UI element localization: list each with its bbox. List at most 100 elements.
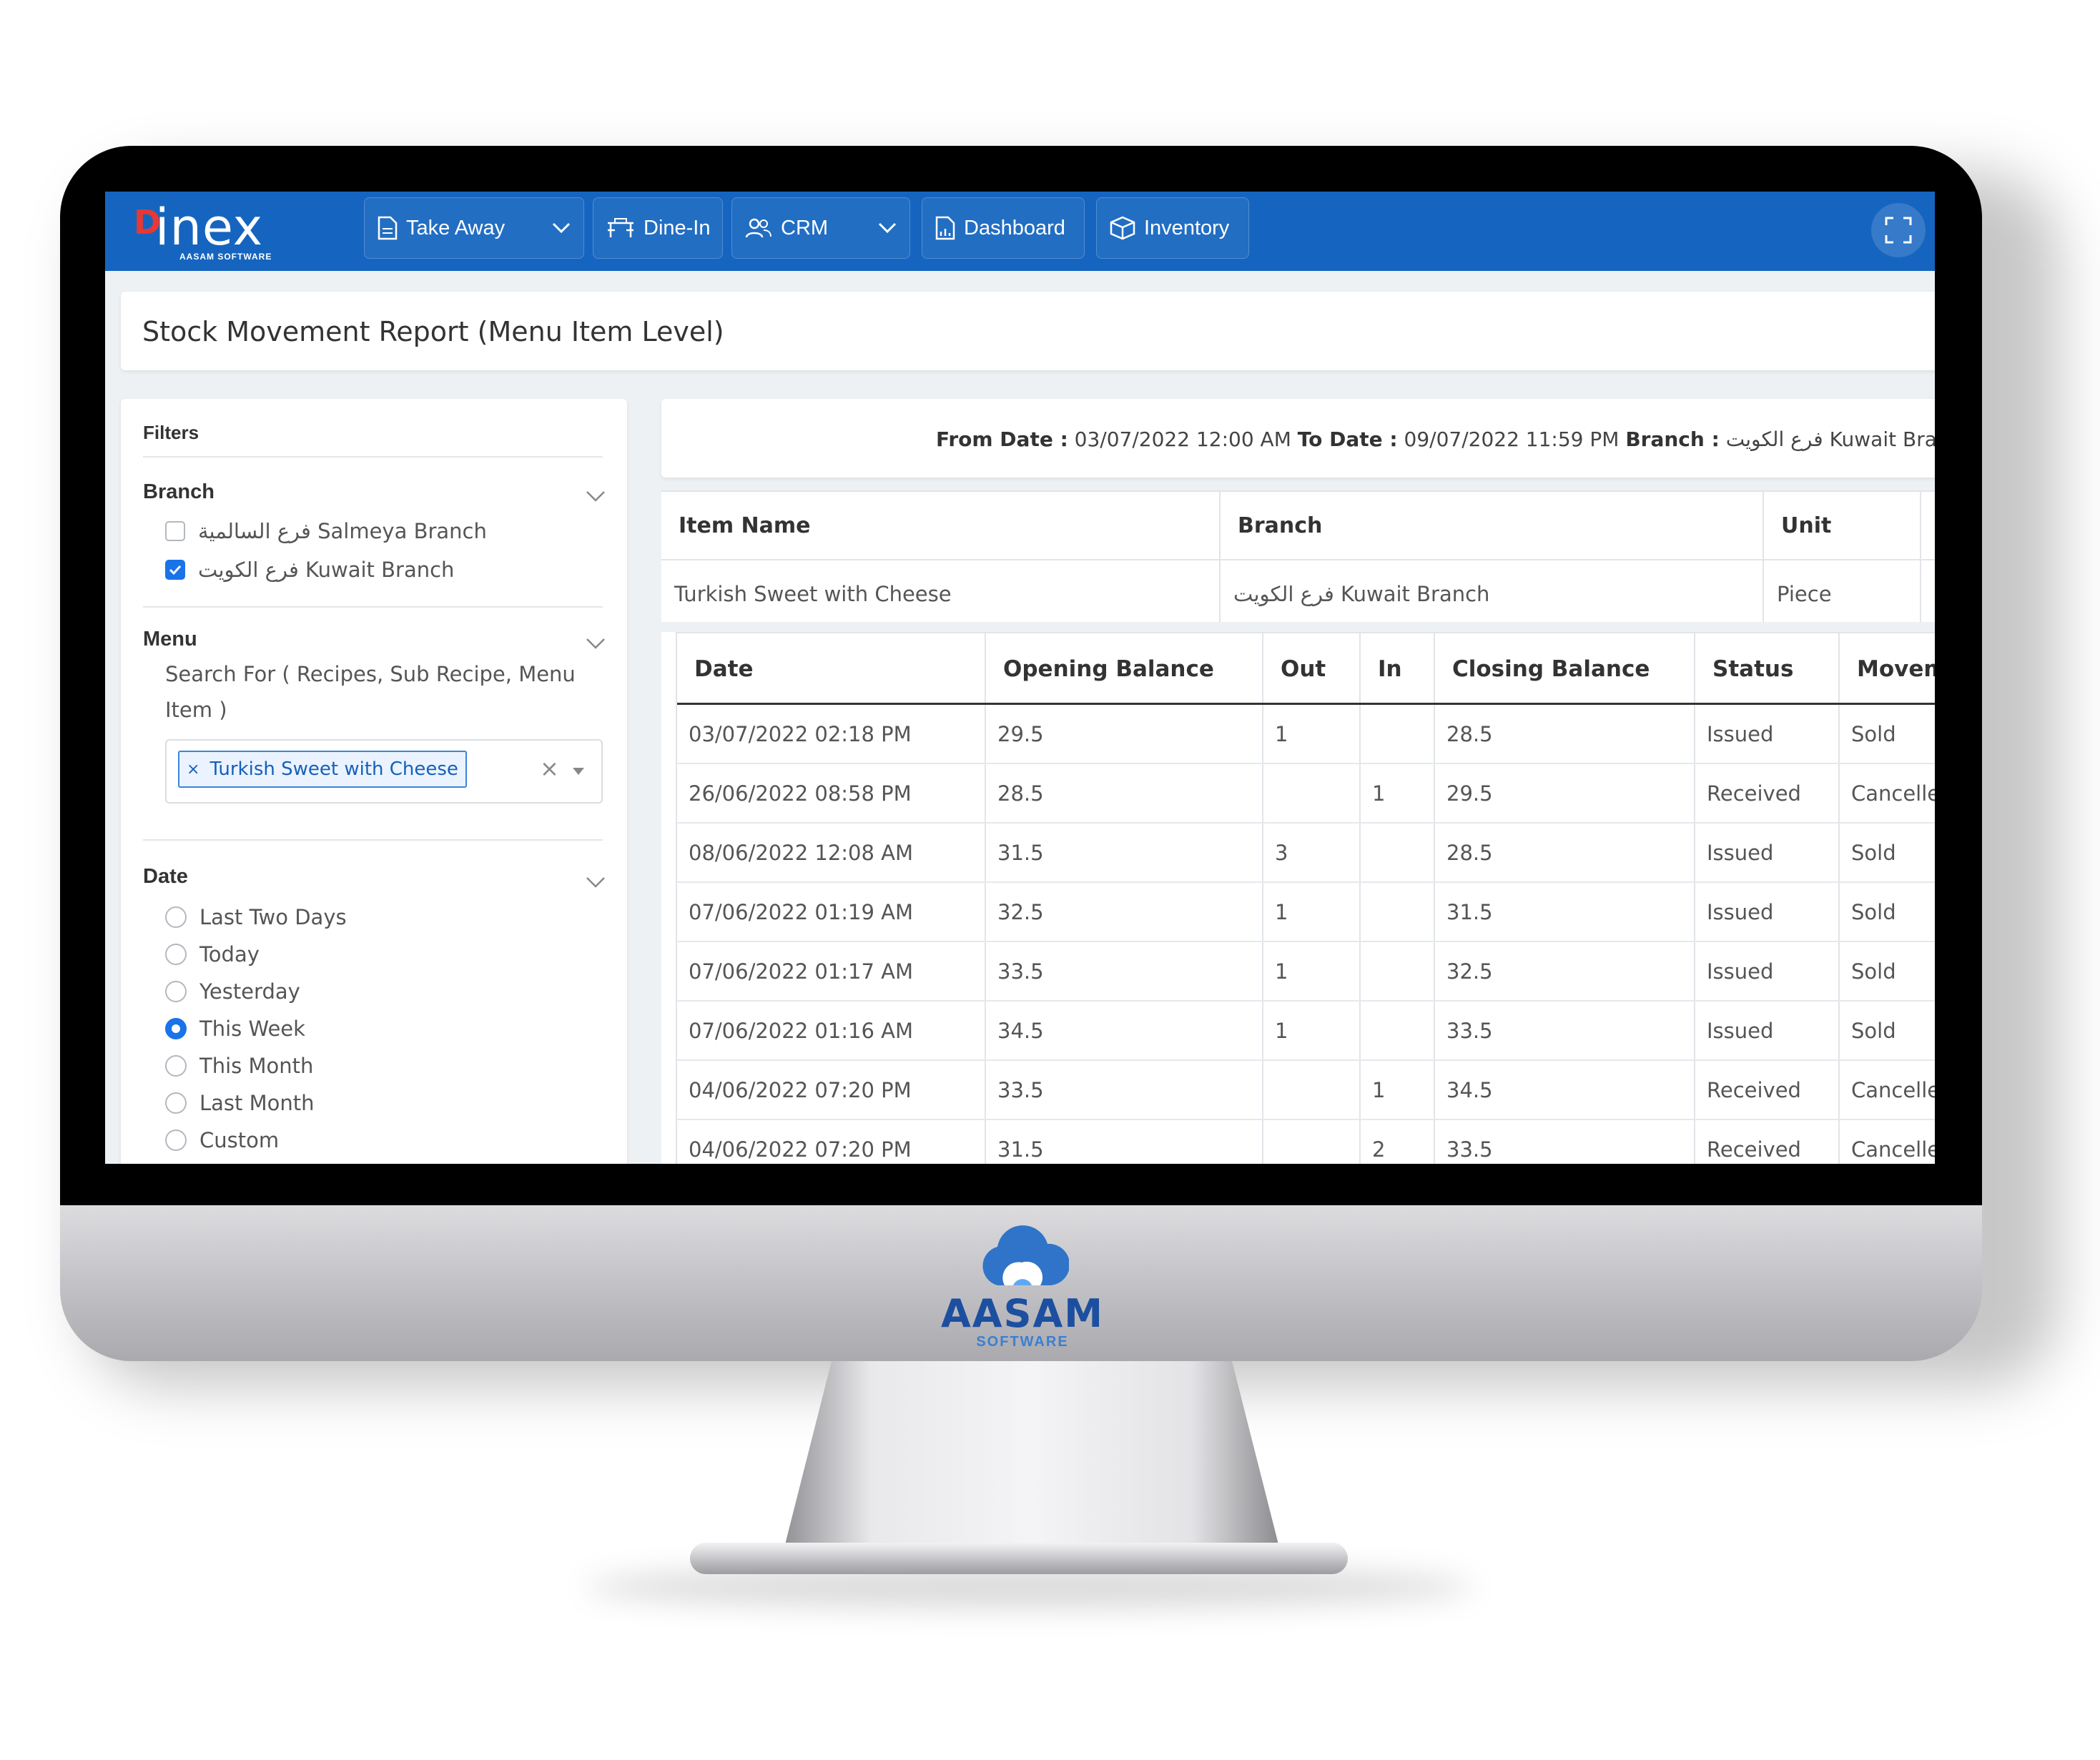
chevron-down-icon[interactable] (586, 876, 606, 888)
branch-section-title[interactable]: Branch (143, 480, 215, 504)
branch-option-salmeya[interactable]: فرع السالمية Salmeya Branch (165, 519, 487, 543)
table-cell-out: 3 (1263, 824, 1361, 881)
from-date-label: From Date : (936, 427, 1068, 451)
chevron-down-icon[interactable] (586, 638, 606, 649)
cell-value: 2 (1372, 1137, 1386, 1162)
date-option-last-month[interactable]: Last Month (165, 1091, 315, 1115)
fullscreen-button[interactable] (1871, 203, 1926, 257)
table-cell-opening-balance: 28.5 (986, 764, 1263, 822)
table-cell-opening-balance: 31.5 (986, 824, 1263, 881)
movements-table-container[interactable]: Date Opening Balance Out In Closing Balance S… (661, 632, 1935, 1164)
date-option-label: Yesterday (199, 979, 300, 1004)
cell-value: 33.5 (1446, 1137, 1493, 1162)
item-summary-table: Item Name Turkish Sweet with Cheese Bran… (661, 490, 1935, 622)
nav-crm[interactable]: CRM (731, 197, 910, 259)
table-cell-opening-balance: 29.5 (986, 705, 1263, 763)
table-cell-opening-balance: 32.5 (986, 883, 1263, 941)
date-section-title[interactable]: Date (143, 865, 188, 889)
menu-search-label: Search For ( Recipes, Sub Recipe, Menu I… (165, 662, 576, 722)
table-cell-movement: Sold (1840, 1002, 1935, 1059)
column-header-out[interactable]: Out (1263, 633, 1361, 703)
radio[interactable] (165, 1129, 187, 1151)
branch-value: فرع الكويت Kuwait Bra (1725, 427, 1935, 451)
selected-item-chip[interactable]: × Turkish Sweet with Cheese (178, 751, 467, 788)
table-row: 04/06/2022 07:20 PM 33.5 1 34.5 Received Canc… (677, 1061, 1935, 1120)
brand-logo[interactable]: D inex AASAM SOFTWARE (134, 198, 320, 262)
column-header-movement[interactable]: Movem (1840, 633, 1935, 703)
nav-inventory-label: Inventory (1144, 216, 1230, 239)
table-cell-status: Received (1695, 1120, 1840, 1164)
table-cell-closing-balance: 33.5 (1435, 1120, 1695, 1164)
column-header-in[interactable]: In (1361, 633, 1435, 703)
table-cell-out (1263, 1120, 1361, 1164)
checkbox[interactable] (165, 521, 185, 541)
column-header-closing-balance[interactable]: Closing Balance (1435, 633, 1695, 703)
column-header-label: Closing Balance (1452, 656, 1650, 682)
cell-value: 31.5 (1446, 900, 1493, 924)
column-header: Branch (1238, 513, 1323, 538)
aasam-logo: AASAM SOFTWARE (937, 1222, 1108, 1350)
cell-value: Cancelle (1851, 1137, 1935, 1162)
date-option-today[interactable]: Today (165, 942, 260, 966)
table-row: 07/06/2022 01:19 AM 32.5 1 31.5 Issued Sold (677, 883, 1935, 942)
cell-value: 3 (1275, 841, 1288, 865)
chip-remove-icon[interactable]: × (187, 761, 199, 778)
column-header-date[interactable]: Date (677, 633, 986, 703)
table-cell-in: 1 (1361, 1061, 1435, 1119)
column-header-label: Status (1712, 656, 1794, 682)
filters-header: Filters (143, 422, 199, 443)
date-option-this-week[interactable]: This Week (165, 1017, 305, 1041)
radio[interactable] (165, 1055, 187, 1077)
table-cell-date: 26/06/2022 08:58 PM (677, 764, 986, 822)
cell-value: 26/06/2022 08:58 PM (689, 781, 912, 806)
nav-dashboard[interactable]: Dashboard (922, 197, 1085, 259)
cell-value: 33.5 (997, 959, 1044, 984)
date-option-this-month[interactable]: This Month (165, 1054, 313, 1078)
table-cell-in (1361, 1002, 1435, 1059)
cell-value: Issued (1707, 841, 1774, 865)
column-header-status[interactable]: Status (1695, 633, 1840, 703)
cell-value: 29.5 (997, 722, 1044, 746)
brand-subtitle: AASAM SOFTWARE (179, 252, 272, 262)
date-option-label: Last Month (199, 1091, 315, 1115)
column-header-opening-balance[interactable]: Opening Balance (986, 633, 1263, 703)
summary-col-unit: Unit Piece (1764, 492, 1921, 622)
branch-option-label: فرع السالمية Salmeya Branch (198, 519, 487, 543)
nav-inventory[interactable]: Inventory (1096, 197, 1249, 259)
cell-value: 28.5 (1446, 841, 1493, 865)
table-cell-date: 07/06/2022 01:17 AM (677, 942, 986, 1000)
table-cell-status: Issued (1695, 883, 1840, 941)
checkbox-checked[interactable] (165, 560, 185, 580)
brand-word: inex (155, 198, 264, 257)
radio[interactable] (165, 1092, 187, 1114)
radio[interactable] (165, 944, 187, 965)
branch-option-kuwait[interactable]: فرع الكويت Kuwait Branch (165, 558, 454, 582)
table-header-row: Date Opening Balance Out In Closing Balance S… (677, 633, 1935, 705)
nav-dine-in[interactable]: Dine-In (593, 197, 723, 259)
report-meta-card: From Date : 03/07/2022 12:00 AM To Date … (661, 399, 1935, 478)
clear-selection-icon[interactable]: × (540, 755, 559, 782)
menu-item-select[interactable]: × Turkish Sweet with Cheese × (165, 739, 603, 804)
table-cell-movement: Sold (1840, 942, 1935, 1000)
date-option-last-two-days[interactable]: Last Two Days (165, 905, 347, 929)
radio-selected[interactable] (165, 1018, 187, 1039)
cell-value: 04/06/2022 07:20 PM (689, 1137, 912, 1162)
table-icon (608, 218, 634, 237)
caret-down-icon[interactable] (573, 768, 584, 775)
date-option-custom[interactable]: Custom (165, 1128, 279, 1152)
radio[interactable] (165, 906, 187, 928)
cell-value: 28.5 (997, 781, 1044, 806)
menu-section-title[interactable]: Menu (143, 628, 197, 651)
column-header: Item Name (679, 513, 811, 538)
date-option-yesterday[interactable]: Yesterday (165, 979, 300, 1004)
chevron-down-icon (552, 222, 571, 234)
aasam-wordmark: AASAM (940, 1291, 1104, 1336)
cell-value: Received (1707, 781, 1801, 806)
monitor-stand-neck (782, 1361, 1282, 1558)
chevron-down-icon[interactable] (586, 490, 606, 502)
nav-take-away[interactable]: Take Away (364, 197, 584, 259)
table-cell-movement: Cancelle (1840, 1061, 1935, 1119)
radio[interactable] (165, 981, 187, 1002)
cell-value: Sold (1851, 959, 1896, 984)
filters-panel: Filters Branch فرع السالمية Salmeya Bran… (121, 399, 627, 1164)
